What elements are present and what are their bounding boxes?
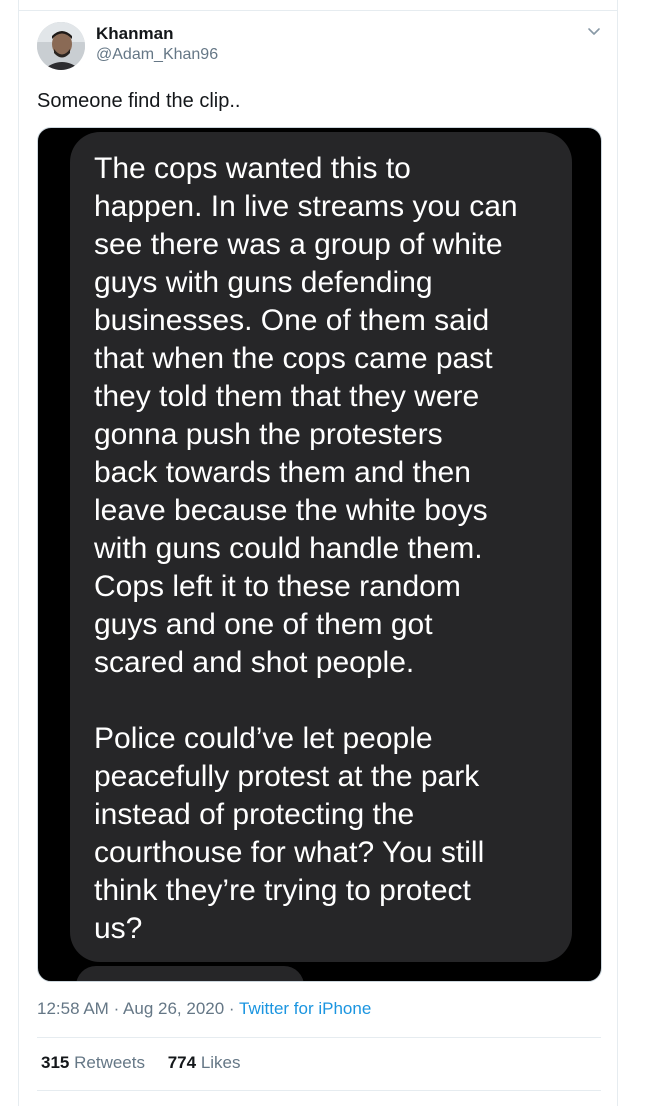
meta-separator: · <box>228 999 235 1018</box>
retweets-label: Retweets <box>74 1053 145 1072</box>
tweet-text: Someone find the clip.. <box>37 90 241 112</box>
message-bubble: The cops wanted this to happen. In live … <box>70 132 572 962</box>
chevron-down-icon[interactable] <box>585 22 603 40</box>
tweet-stats: 315 Retweets 774 Likes <box>41 1053 259 1073</box>
tweet-date[interactable]: Aug 26, 2020 <box>123 999 224 1018</box>
tweet-meta: 12:58 AM · Aug 26, 2020 · Twitter for iP… <box>37 999 371 1019</box>
tweet-card: Khanman @Adam_Khan96 Someone find the cl… <box>18 0 618 1106</box>
divider <box>19 10 617 11</box>
message-bubble-partial <box>76 966 304 981</box>
tweet-time[interactable]: 12:58 AM <box>37 999 109 1018</box>
meta-separator: · <box>113 999 120 1018</box>
retweets-count: 315 <box>41 1053 70 1072</box>
divider <box>37 1090 601 1091</box>
message-text: The cops wanted this to happen. In live … <box>94 152 518 945</box>
tweet-source-link[interactable]: Twitter for iPhone <box>239 999 371 1018</box>
retweets-stat[interactable]: 315 Retweets <box>41 1053 145 1072</box>
likes-stat[interactable]: 774 Likes <box>168 1053 241 1072</box>
avatar-image <box>37 22 85 70</box>
user-handle[interactable]: @Adam_Khan96 <box>96 46 218 64</box>
tweet-media-image[interactable]: The cops wanted this to happen. In live … <box>37 127 602 982</box>
avatar[interactable] <box>37 22 85 70</box>
likes-count: 774 <box>167 1053 197 1072</box>
divider <box>37 1037 601 1038</box>
likes-label: Likes <box>200 1053 241 1072</box>
display-name[interactable]: Khanman <box>96 24 173 44</box>
